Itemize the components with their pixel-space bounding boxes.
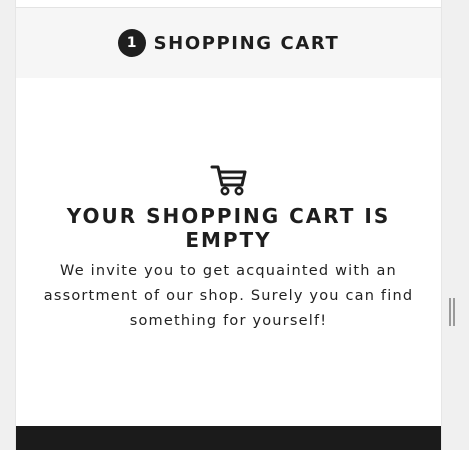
cart-header: 1 SHOPPING CART — [16, 8, 441, 78]
grip-line — [453, 298, 455, 326]
empty-cart-description: We invite you to get acquainted with an … — [43, 263, 414, 329]
top-strip — [16, 0, 441, 8]
cart-icon — [210, 165, 247, 196]
resize-handle[interactable] — [449, 298, 455, 326]
step-badge: 1 — [117, 29, 146, 57]
empty-cart-title: YOUR SHOPPING CART IS EMPTY — [66, 204, 391, 252]
cart-panel: 1 SHOPPING CART YOUR SHOPPING CART IS EM… — [16, 0, 441, 450]
grip-line — [449, 298, 451, 326]
footer-bar — [16, 426, 441, 450]
cart-title: SHOPPING CART — [153, 32, 340, 54]
